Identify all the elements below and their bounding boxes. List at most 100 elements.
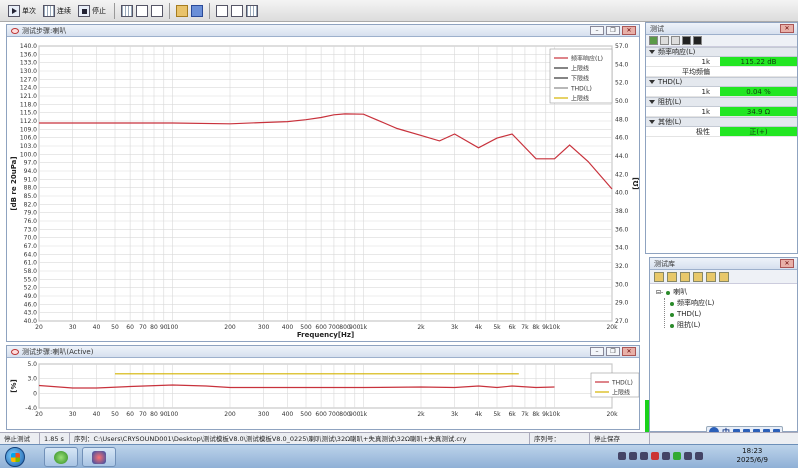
taskbar-crysound-app[interactable] xyxy=(82,447,116,467)
y-tick-label: 130.0 xyxy=(20,68,37,75)
x-tick-label: 70 xyxy=(139,324,147,331)
taskbar-clock[interactable]: 18:23 2025/6/9 xyxy=(737,447,768,465)
y-right-tick-label: 27.0 xyxy=(615,318,629,325)
results-group[interactable]: 频率响应(L) xyxy=(646,47,797,57)
up-arrow-icon[interactable] xyxy=(693,36,702,45)
x-tick-label: 50 xyxy=(111,324,119,331)
x-tick-label: 60 xyxy=(126,411,134,418)
y-tick-label: 64.0 xyxy=(24,251,38,258)
tray-help-icon[interactable] xyxy=(629,452,637,460)
split-view-icon[interactable] xyxy=(246,4,258,17)
results-group[interactable]: THD(L) xyxy=(646,77,797,87)
y-tick-label: 58.0 xyxy=(24,268,38,275)
list-view-icon[interactable] xyxy=(136,4,148,17)
close-button[interactable]: ✕ xyxy=(780,259,794,268)
thd-chart[interactable]: 20 30 40 50 60 70 80 90 100 200 300 400 500 600 700 800… xyxy=(7,358,640,429)
window-icon[interactable] xyxy=(216,4,228,17)
tree-root-label: 喇叭 xyxy=(673,288,688,296)
tray-expand-icon[interactable] xyxy=(618,452,626,460)
y-tick-label: -4.0 xyxy=(25,405,37,412)
document-icon[interactable] xyxy=(151,4,163,17)
x-tick-label: 6k xyxy=(508,411,516,418)
frequency-response-chart[interactable]: 20 30 40 50 60 70 80 90 100 200 300 400 500 600 700 800… xyxy=(7,37,640,341)
tray-network-icon[interactable] xyxy=(640,452,648,460)
restore-button[interactable]: ❐ xyxy=(606,26,620,35)
tree-root-speaker[interactable]: ⊟- 喇叭 xyxy=(656,287,797,298)
y-tick-label: 79.0 xyxy=(24,210,38,217)
restore-button[interactable]: ❐ xyxy=(606,347,620,356)
tray-input-icon[interactable] xyxy=(695,452,703,460)
x-tick-label: 60 xyxy=(126,324,134,331)
x-tick-label: 500 xyxy=(300,411,312,418)
close-button[interactable]: ✕ xyxy=(622,26,636,35)
x-tick-label: 10k xyxy=(549,324,561,331)
x-tick-label: 10k xyxy=(549,411,561,418)
result-key: 1k xyxy=(701,108,710,116)
collapse-icon[interactable]: ⊟- xyxy=(656,287,663,298)
open-folder-icon[interactable] xyxy=(176,4,188,17)
x-tick-label: 50 xyxy=(111,411,119,418)
x-tick-label: 8k xyxy=(532,411,540,418)
results-group-label: 频率响应(L) xyxy=(658,48,696,56)
thd-window-titlebar[interactable]: 测试步骤:喇叭(Active) – ❐ ✕ xyxy=(7,346,639,358)
grid-view-icon[interactable] xyxy=(121,4,133,17)
minimize-button[interactable]: – xyxy=(590,347,604,356)
results-group-label: THD(L) xyxy=(658,78,683,86)
collapse-arrow-icon xyxy=(649,80,655,84)
import-icon[interactable] xyxy=(706,271,716,282)
tray-security-icon[interactable] xyxy=(651,452,659,460)
close-button[interactable]: ✕ xyxy=(780,24,794,33)
tree-item-impedance[interactable]: 阻抗(L) xyxy=(656,320,797,331)
clock-date: 2025/6/9 xyxy=(736,456,768,464)
results-panel-titlebar[interactable]: 测试 ✕ xyxy=(646,23,797,35)
tree-item-thd[interactable]: THD(L) xyxy=(656,309,797,320)
tree-item-frequency-response[interactable]: 频率响应(L) xyxy=(656,298,797,309)
progress-indicator xyxy=(645,400,649,432)
y-right-tick-label: 46.0 xyxy=(615,135,629,142)
tray-app-icon[interactable] xyxy=(662,452,670,460)
x-tick-label: 3k xyxy=(451,411,459,418)
system-tray xyxy=(618,449,703,463)
y-tick-label: 121.0 xyxy=(20,93,37,100)
down-arrow-icon[interactable] xyxy=(682,36,691,45)
test-library-titlebar[interactable]: 测试库 ✕ xyxy=(650,258,797,270)
y-right-tick-label: 29.0 xyxy=(615,300,629,307)
stop-button[interactable]: 停止 xyxy=(76,3,108,19)
y-tick-label: 61.0 xyxy=(24,260,38,267)
tray-update-icon[interactable] xyxy=(673,452,681,460)
results-panel: 测试 ✕ 频率响应(L) 1k 115.22 dB 平均频偏 THD(L) 1k 0… xyxy=(645,22,798,254)
results-group[interactable]: 其他(L) xyxy=(646,117,797,127)
minimize-button[interactable]: – xyxy=(590,26,604,35)
result-key: 1k xyxy=(701,58,710,66)
new-folder-icon[interactable] xyxy=(654,271,664,282)
test-library-panel: 测试库 ✕ ⊟- 喇叭 频率响应(L) THD(L) 阻抗(L) xyxy=(649,257,798,432)
legend-label: 下限线 xyxy=(571,74,589,82)
y-tick-label: 100.0 xyxy=(20,151,37,158)
frequency-response-window-titlebar[interactable]: 测试步骤:喇叭 – ❐ ✕ xyxy=(7,25,639,37)
y-tick-label: 133.0 xyxy=(20,60,37,67)
y-tick-label: 118.0 xyxy=(20,101,37,108)
refresh-icon[interactable] xyxy=(660,36,669,45)
y-tick-label: 40.0 xyxy=(24,318,38,325)
results-group[interactable]: 阻抗(L) xyxy=(646,97,797,107)
close-button[interactable]: ✕ xyxy=(622,347,636,356)
taskbar-browser[interactable] xyxy=(44,447,78,467)
delete-icon[interactable] xyxy=(693,271,703,282)
save-icon[interactable] xyxy=(191,4,203,17)
x-tick-label: 100 xyxy=(167,411,179,418)
continuous-run-button[interactable]: 连续 xyxy=(41,3,73,19)
tray-volume-icon[interactable] xyxy=(684,452,692,460)
start-button[interactable] xyxy=(5,447,25,467)
y-tick-label: 97.0 xyxy=(24,160,38,167)
add-test-icon[interactable] xyxy=(667,271,677,282)
x-tick-label: 80 xyxy=(150,324,158,331)
copy-icon[interactable] xyxy=(680,271,690,282)
results-toolbar xyxy=(646,35,797,47)
single-run-button[interactable]: 单次 xyxy=(6,3,38,19)
export-icon[interactable] xyxy=(719,271,729,282)
export-icon[interactable] xyxy=(231,4,243,17)
delete-icon[interactable] xyxy=(671,36,680,45)
status-dot-icon xyxy=(670,312,674,317)
grid-icon[interactable] xyxy=(649,36,658,45)
x-tick-label: 30 xyxy=(69,324,77,331)
